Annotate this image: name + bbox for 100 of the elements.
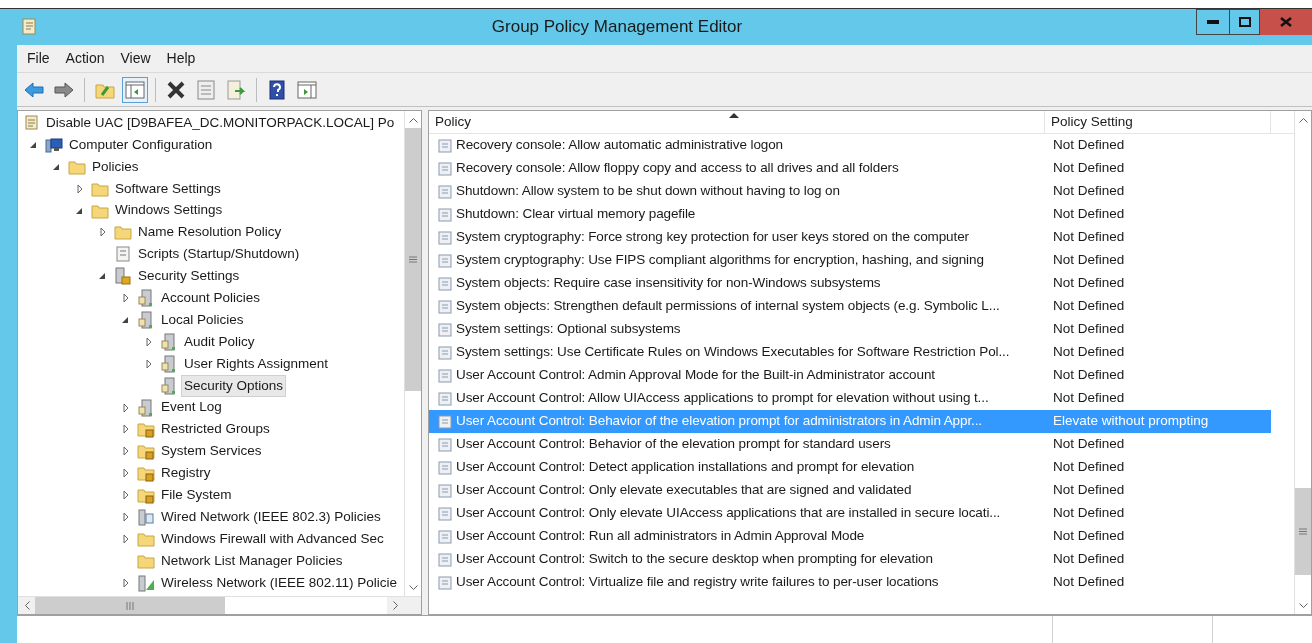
table-cell-text: Not Defined	[1052, 366, 1125, 385]
policy-row[interactable]: System objects: Strengthen default permissions of internal system objects (e.g. Symbolic L... Not Defined	[429, 295, 1271, 318]
policy-icon	[437, 459, 453, 476]
policy-row[interactable]: System settings: Use Certificate Rules on Windows Executables for Software Restriction Pol... Not Defined	[429, 341, 1271, 364]
policy-icon	[437, 505, 453, 522]
policy-row[interactable]: User Account Control: Admin Approval Mode for the Built-in Administrator account Not Defined	[429, 364, 1271, 387]
server-icon	[160, 376, 178, 395]
table-cell-text: Recovery console: Allow automatic administrative logon	[456, 136, 783, 155]
table-cell-text: User Account Control: Virtualize file and registry write failures to per-user locations	[456, 573, 939, 592]
minimize-button[interactable]	[1196, 9, 1230, 35]
policy-row[interactable]: System objects: Require case insensitivity for non-Windows subsystems Not Defined	[429, 272, 1271, 295]
policy-row[interactable]: System settings: Optional subsystems Not Defined	[429, 318, 1271, 341]
policy-row[interactable]: Shutdown: Clear virtual memory pagefile Not Defined	[429, 203, 1271, 226]
policy-row[interactable]: User Account Control: Virtualize file and registry write failures to per-user locations Not Defined	[429, 571, 1271, 594]
policy-row[interactable]: User Account Control: Behavior of the elevation prompt for standard users Not Defined	[429, 433, 1271, 456]
table-cell-text: System settings: Optional subsystems	[456, 320, 681, 339]
pane-icon	[124, 78, 146, 101]
scrollbar[interactable]	[404, 111, 421, 596]
tree-item[interactable]: Disable UAC [D9BAFEA_DC.MONITORPACK.LOCAL] Po	[43, 111, 398, 135]
menu-item[interactable]: Action	[59, 48, 111, 69]
policy-row[interactable]: System cryptography: Force strong key protection for user keys stored on the computer Not Defined	[429, 226, 1271, 249]
tree-item[interactable]: Scripts (Startup/Shutdown)	[135, 243, 303, 266]
policy-icon	[437, 275, 453, 292]
scrollbar[interactable]	[1294, 111, 1311, 614]
tree-item[interactable]: Computer Configuration	[66, 133, 216, 156]
tree-item[interactable]: Event Log	[158, 396, 225, 419]
menu-item[interactable]: File	[21, 48, 56, 69]
policy-row[interactable]: User Account Control: Detect application installations and prompt for elevation Not Defined	[429, 456, 1271, 479]
tree-item[interactable]: Wireless Network (IEEE 802.11) Policie	[158, 571, 401, 594]
scroll-thumb[interactable]	[35, 597, 225, 614]
tree-item[interactable]: Registry	[158, 462, 214, 485]
maximize-button[interactable]	[1230, 9, 1260, 35]
table-cell-text: Not Defined	[1052, 573, 1125, 592]
table-cell-text: System objects: Require case insensitivity for non-Windows subsystems	[456, 274, 881, 293]
table-cell-text: Not Defined	[1052, 274, 1125, 293]
wireless-icon	[137, 573, 155, 592]
scroll-thumb[interactable]	[1295, 488, 1311, 575]
table-cell-text: User Account Control: Switch to the secure desktop when prompting for elevation	[456, 550, 933, 569]
tree-item[interactable]: Wired Network (IEEE 802.3) Policies	[158, 505, 384, 529]
horizontal-scrollbar[interactable]	[18, 596, 421, 614]
policy-row[interactable]: Recovery console: Allow automatic administrative logon Not Defined	[429, 134, 1271, 157]
folder-icon	[114, 223, 132, 242]
policy-row[interactable]: User Account Control: Only elevate executables that are signed and validated Not Defined	[429, 479, 1271, 502]
tree-item[interactable]: Account Policies	[158, 286, 264, 310]
table-cell-text: System settings: Use Certificate Rules on Windows Executables for Software Restriction Pol...	[456, 343, 1010, 362]
policy-icon	[437, 413, 453, 430]
server-icon	[137, 289, 155, 308]
tree-item[interactable]: Audit Policy	[181, 330, 258, 353]
sort-arrow-icon	[729, 113, 739, 118]
policy-row[interactable]: User Account Control: Switch to the secure desktop when prompting for elevation Not Defined	[429, 548, 1271, 571]
menu-item[interactable]: Help	[160, 48, 202, 69]
policy-icon	[437, 298, 453, 315]
tree-item[interactable]: Security Options	[181, 374, 287, 397]
policy-row[interactable]: Shutdown: Allow system to be shut down without having to log on Not Defined	[429, 180, 1271, 203]
properties-icon	[195, 78, 217, 101]
policy-row[interactable]: User Account Control: Allow UIAccess applications to prompt for elevation without using t... Not Defined	[429, 387, 1271, 410]
policy-row[interactable]: User Account Control: Only elevate UIAccess applications that are installed in secure locati... Not Defined	[429, 502, 1271, 525]
tree-item[interactable]: Name Resolution Policy	[135, 221, 285, 244]
tree-item[interactable]: Windows Firewall with Advanced Sec	[158, 527, 387, 550]
table-cell-text: Elevate without prompting	[1052, 412, 1209, 431]
policy-row[interactable]: User Account Control: Run all administrators in Admin Approval Mode Not Defined	[429, 525, 1271, 548]
table-cell-text: User Account Control: Only elevate UIAccess applications that are installed in secure locati...	[456, 504, 1001, 523]
policy-icon	[437, 528, 453, 545]
table-cell-text: Not Defined	[1052, 527, 1125, 546]
table-cell-text: Recovery console: Allow floppy copy and access to all drives and all folders	[456, 159, 899, 178]
tree-item[interactable]: Network List Manager Policies	[158, 549, 346, 572]
tree-item[interactable]: Software Settings	[112, 177, 224, 200]
scroll-right-icon[interactable]	[392, 601, 399, 610]
policy-icon	[437, 321, 453, 338]
policy-row[interactable]: System cryptography: Use FIPS compliant algorithms for encryption, hashing, and signing Not Defined	[429, 249, 1271, 272]
scroll-left-icon[interactable]	[23, 601, 30, 610]
table-cell-text: User Account Control: Behavior of the elevation prompt for administrators in Admin Appr...	[456, 412, 983, 431]
menu-item[interactable]: View	[114, 48, 157, 69]
tree-item[interactable]: File System	[158, 483, 235, 507]
tree-item[interactable]: User Rights Assignment	[181, 352, 332, 375]
table-cell-text: Not Defined	[1052, 504, 1125, 523]
policy-icon	[437, 574, 453, 591]
tree-item[interactable]: Local Policies	[158, 308, 247, 332]
policy-icon	[437, 160, 453, 177]
scroll-down-icon[interactable]	[1298, 602, 1308, 609]
tree-item[interactable]: Windows Settings	[112, 199, 226, 222]
policy-row[interactable]: Recovery console: Allow floppy copy and access to all drives and all folders Not Defined	[429, 157, 1271, 180]
table-cell-text: Not Defined	[1052, 182, 1125, 201]
network-icon	[137, 507, 155, 526]
tree-item[interactable]: Restricted Groups	[158, 418, 273, 441]
tree-item[interactable]: Policies	[89, 155, 142, 178]
policy-icon	[437, 206, 453, 223]
tree-item[interactable]: System Services	[158, 440, 265, 463]
table-cell-text: User Account Control: Only elevate executables that are signed and validated	[456, 481, 912, 500]
scroll-up-icon[interactable]	[1298, 116, 1308, 123]
scroll-thumb[interactable]	[405, 128, 421, 391]
scroll-down-icon[interactable]	[408, 584, 418, 591]
column-header[interactable]: Policy	[429, 111, 1045, 133]
policy-icon	[437, 229, 453, 246]
column-header[interactable]: Policy Setting	[1045, 111, 1271, 133]
server-icon	[160, 354, 178, 373]
scroll-up-icon[interactable]	[408, 116, 418, 123]
tree-item[interactable]: Security Settings	[135, 265, 243, 288]
close-button[interactable]	[1260, 9, 1312, 35]
policy-icon	[437, 436, 453, 453]
